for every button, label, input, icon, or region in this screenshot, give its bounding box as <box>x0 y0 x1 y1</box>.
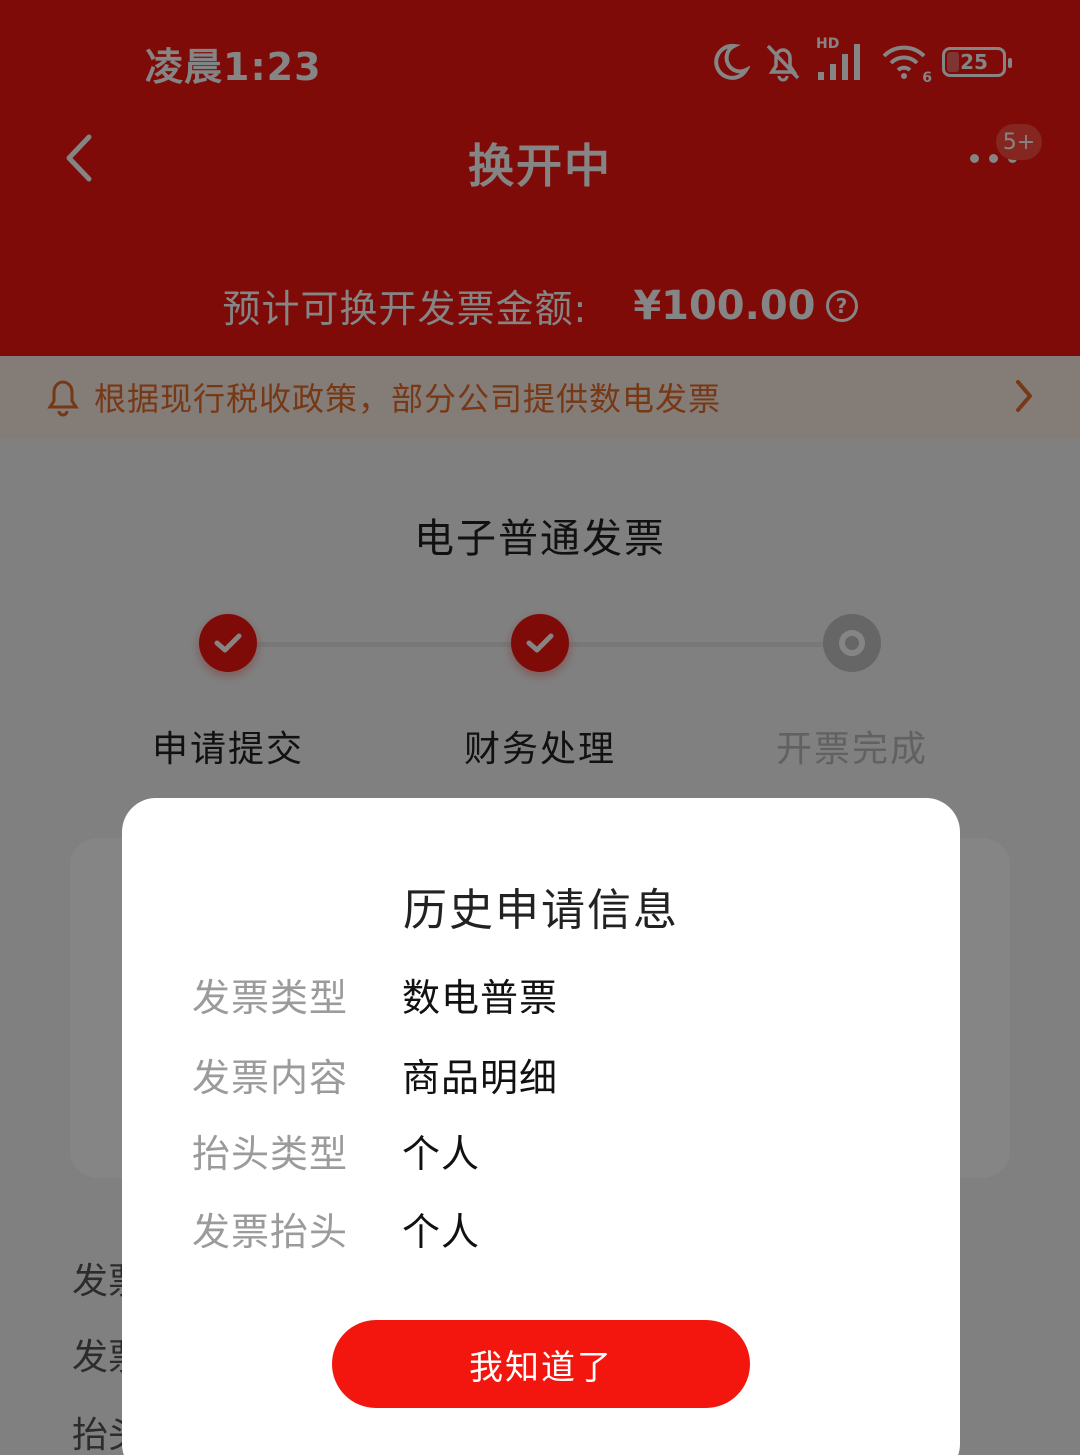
info-value: 商品明细 <box>402 1055 559 1100</box>
info-key: 抬头类型 <box>192 1131 349 1176</box>
info-row-invoice-content: 发票内容 商品明细 <box>192 1044 558 1104</box>
history-info-modal: 历史申请信息 发票类型 数电普票 发票内容 商品明细 抬头类型 个人 发票抬头 … <box>122 798 960 1455</box>
info-row-title-type: 抬头类型 个人 <box>192 1120 480 1180</box>
info-value: 数电普票 <box>402 975 559 1020</box>
info-key: 发票内容 <box>192 1055 349 1100</box>
modal-title: 历史申请信息 <box>403 885 679 936</box>
info-row-invoice-title: 发票抬头 个人 <box>192 1198 480 1258</box>
got-it-button[interactable]: 我知道了 <box>332 1320 750 1408</box>
info-value: 个人 <box>402 1209 481 1254</box>
info-row-invoice-type: 发票类型 数电普票 <box>192 964 558 1024</box>
info-key: 发票类型 <box>192 975 349 1020</box>
info-key: 发票抬头 <box>192 1209 349 1254</box>
info-value: 个人 <box>402 1131 481 1176</box>
